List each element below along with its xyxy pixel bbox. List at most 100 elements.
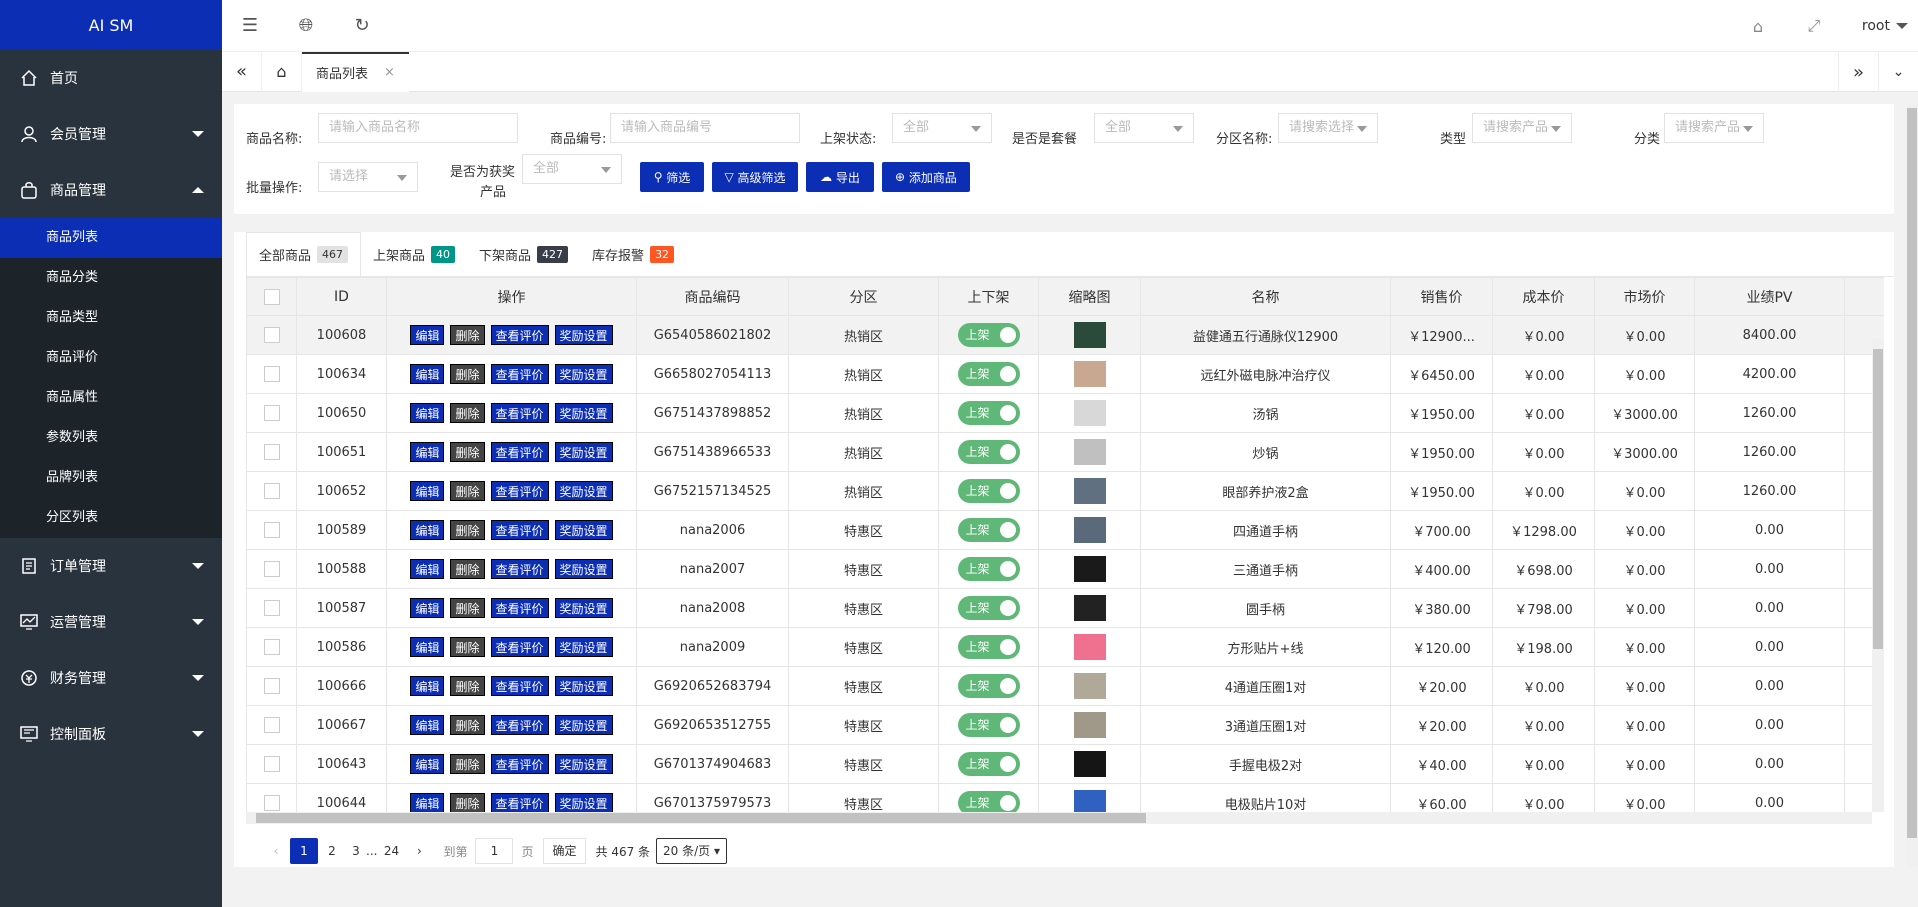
menu-toggle-icon[interactable]: ☰ [222,0,278,52]
row-checkbox[interactable] [263,327,280,343]
product-name-input[interactable]: 请输入商品名称 [318,113,518,143]
listing-toggle[interactable]: 上架 [957,752,1020,776]
listing-toggle[interactable]: 上架 [957,362,1020,386]
listing-toggle[interactable]: 上架 [957,440,1020,464]
row-checkbox[interactable] [263,756,280,772]
row-checkbox[interactable] [263,639,280,655]
action-delete-button[interactable]: 删除 [450,793,485,812]
listing-toggle[interactable]: 上架 [957,596,1020,620]
action-view-reviews-button[interactable]: 查看评价 [490,364,549,384]
status-select[interactable]: 全部 [892,113,992,143]
status-tab[interactable]: 上架商品 40 [361,232,467,276]
action-edit-button[interactable]: 编辑 [410,559,445,579]
table-vertical-scrollbar[interactable] [1872,339,1884,812]
action-view-reviews-button[interactable]: 查看评价 [490,715,549,735]
action-reward-settings-button[interactable]: 奖励设置 [554,754,613,774]
action-reward-settings-button[interactable]: 奖励设置 [554,559,613,579]
action-reward-settings-button[interactable]: 奖励设置 [554,715,613,735]
submenu-brand-list[interactable]: 品牌列表 [0,458,222,498]
submenu-product-attr[interactable]: 商品属性 [0,378,222,418]
submenu-product-list[interactable]: 商品列表 [0,218,222,258]
page-24[interactable]: 24 [377,838,405,864]
row-checkbox[interactable] [263,366,280,382]
listing-toggle[interactable]: 上架 [957,557,1020,581]
action-reward-settings-button[interactable]: 奖励设置 [554,676,613,696]
fullscreen-icon[interactable]: ⤢ [1786,0,1842,52]
sidebar-item-products[interactable]: 商品管理 [0,162,222,218]
select-all-checkbox[interactable] [263,288,280,305]
table-horizontal-scrollbar[interactable] [246,812,1872,824]
action-delete-button[interactable]: 删除 [450,403,485,423]
action-edit-button[interactable]: 编辑 [410,676,445,696]
action-delete-button[interactable]: 删除 [450,481,485,501]
page-size-select[interactable]: 20 条/页 ▾ [656,838,728,864]
category-select[interactable]: 请搜索产品 [1664,113,1764,143]
status-tab[interactable]: 下架商品 427 [467,232,580,276]
filter-button[interactable]: ⚲ 筛选 [640,162,704,192]
action-reward-settings-button[interactable]: 奖励设置 [554,403,613,423]
action-reward-settings-button[interactable]: 奖励设置 [554,598,613,618]
action-view-reviews-button[interactable]: 查看评价 [490,676,549,696]
sidebar-item-dashboard[interactable]: 控制面板 [0,706,222,762]
action-edit-button[interactable]: 编辑 [410,481,445,501]
row-checkbox[interactable] [263,717,280,733]
type-select[interactable]: 请搜索产品 [1472,113,1572,143]
action-delete-button[interactable]: 删除 [450,325,485,345]
award-select[interactable]: 全部 [522,154,622,184]
submenu-param-list[interactable]: 参数列表 [0,418,222,458]
page-vertical-scrollbar[interactable] [1906,104,1918,867]
action-reward-settings-button[interactable]: 奖励设置 [554,637,613,657]
action-edit-button[interactable]: 编辑 [410,598,445,618]
export-button[interactable]: ☁ 导出 [806,162,874,192]
globe-icon[interactable]: 🌐︎ [278,0,334,52]
action-view-reviews-button[interactable]: 查看评价 [490,325,549,345]
tabs-menu-chevron-icon[interactable]: ⌄ [1878,52,1918,92]
next-page-icon[interactable]: › [405,838,433,864]
prev-page-icon[interactable]: ‹ [262,838,290,864]
action-delete-button[interactable]: 删除 [450,442,485,462]
row-checkbox[interactable] [263,561,280,577]
action-delete-button[interactable]: 删除 [450,637,485,657]
row-checkbox[interactable] [263,795,280,811]
action-view-reviews-button[interactable]: 查看评价 [490,637,549,657]
listing-toggle[interactable]: 上架 [957,713,1020,737]
combo-select[interactable]: 全部 [1094,113,1194,143]
confirm-page-button[interactable]: 确定 [543,838,586,864]
action-view-reviews-button[interactable]: 查看评价 [490,403,549,423]
action-edit-button[interactable]: 编辑 [410,520,445,540]
home-tab-icon[interactable]: ⌂ [262,51,302,92]
action-view-reviews-button[interactable]: 查看评价 [490,559,549,579]
action-edit-button[interactable]: 编辑 [410,442,445,462]
submenu-product-review[interactable]: 商品评价 [0,338,222,378]
action-delete-button[interactable]: 删除 [450,520,485,540]
page-3[interactable]: 3 [346,838,366,864]
status-tab[interactable]: 全部商品 467 [246,232,362,276]
tabs-next-icon[interactable]: » [1838,52,1878,92]
status-tab[interactable]: 库存报警 32 [580,232,686,276]
close-icon[interactable]: × [384,65,395,80]
page-number-input[interactable]: 1 [475,838,514,864]
listing-toggle[interactable]: 上架 [957,479,1020,503]
tabs-prev-icon[interactable]: « [222,51,262,92]
sidebar-item-home[interactable]: 首页 [0,50,222,106]
row-checkbox[interactable] [263,483,280,499]
listing-toggle[interactable]: 上架 [957,635,1020,659]
action-reward-settings-button[interactable]: 奖励设置 [554,481,613,501]
action-edit-button[interactable]: 编辑 [410,637,445,657]
add-product-button[interactable]: ⊕ 添加商品 [882,162,970,192]
action-delete-button[interactable]: 删除 [450,364,485,384]
batch-select[interactable]: 请选择 [318,162,418,192]
product-code-input[interactable]: 请输入商品编号 [610,113,800,143]
listing-toggle[interactable]: 上架 [957,791,1020,812]
user-menu[interactable]: root [1842,18,1918,34]
action-edit-button[interactable]: 编辑 [410,754,445,774]
refresh-icon[interactable]: ↻ [334,0,390,52]
submenu-product-type[interactable]: 商品类型 [0,298,222,338]
action-edit-button[interactable]: 编辑 [410,364,445,384]
listing-toggle[interactable]: 上架 [957,518,1020,542]
action-reward-settings-button[interactable]: 奖励设置 [554,520,613,540]
action-reward-settings-button[interactable]: 奖励设置 [554,364,613,384]
listing-toggle[interactable]: 上架 [957,323,1020,347]
submenu-zone-list[interactable]: 分区列表 [0,498,222,538]
action-delete-button[interactable]: 删除 [450,676,485,696]
